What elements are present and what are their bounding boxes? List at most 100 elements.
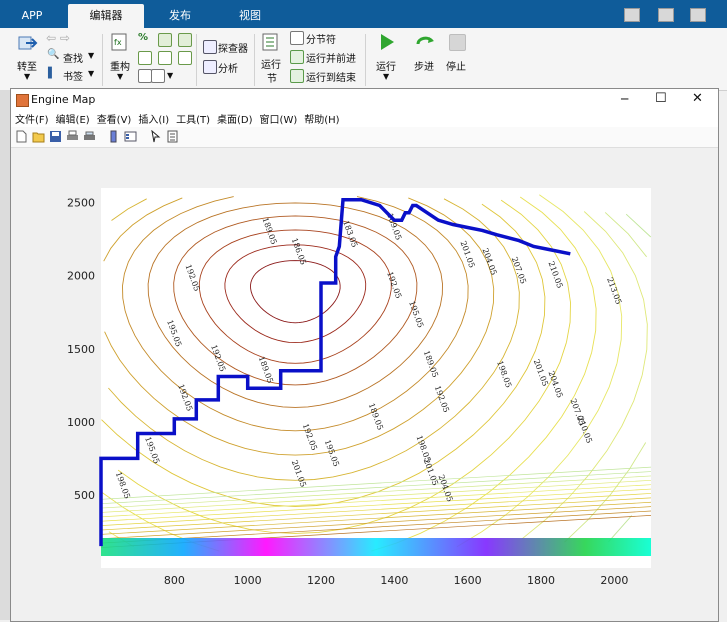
- refactor-button[interactable]: 重构: [110, 58, 130, 73]
- tab-editor[interactable]: 编辑器: [68, 4, 144, 28]
- y-tick-label: 2500: [67, 197, 95, 210]
- code-options-dropdown-arrow[interactable]: ▼: [167, 71, 173, 80]
- run-section-button[interactable]: 运行: [261, 56, 281, 71]
- colorbar-icon[interactable]: [107, 130, 120, 143]
- print-preview-icon[interactable]: [83, 130, 96, 143]
- matlab-figure-icon: [16, 94, 29, 107]
- menu-desktop[interactable]: 桌面(D): [217, 111, 253, 126]
- x-tick-label: 1800: [527, 574, 555, 587]
- analyze-icon: [203, 60, 217, 74]
- x-tick-label: 2000: [600, 574, 628, 587]
- run-button[interactable]: 运行: [376, 58, 396, 73]
- run-to-end-button[interactable]: 运行到结束: [306, 69, 356, 84]
- indent-icon[interactable]: [158, 33, 172, 47]
- goto-icon: [18, 36, 38, 50]
- x-axis-ticks: 800 1000 1200 1400 1600 1800 2000: [164, 574, 628, 587]
- bookmark-dropdown-arrow[interactable]: ▼: [88, 69, 94, 78]
- x-tick-label: 1000: [234, 574, 262, 587]
- window-button-1[interactable]: [624, 8, 640, 22]
- code-options-2-icon[interactable]: [151, 69, 165, 83]
- menu-help[interactable]: 帮助(H): [304, 111, 339, 126]
- figure-title-bar: Engine Map ─ ☐ ✕: [11, 89, 718, 111]
- pointer-icon[interactable]: [149, 130, 162, 143]
- toolstrip-divider: [254, 34, 255, 86]
- run-dropdown-arrow[interactable]: ▼: [383, 72, 389, 81]
- x-tick-label: 1600: [454, 574, 482, 587]
- increase-indent-icon[interactable]: [178, 51, 192, 65]
- tab-view[interactable]: 视图: [215, 4, 285, 28]
- menu-edit[interactable]: 编辑(E): [56, 111, 90, 126]
- run-section-button-line2[interactable]: 节: [267, 70, 277, 85]
- left-panel-strip: [0, 90, 10, 620]
- percent-comment-icon[interactable]: %: [138, 32, 148, 43]
- find-button[interactable]: 查找: [63, 50, 83, 65]
- wrap-icon[interactable]: [178, 33, 192, 47]
- run-icon: [381, 34, 394, 50]
- refactor-dropdown-arrow[interactable]: ▼: [117, 72, 123, 81]
- window-button-3[interactable]: [690, 8, 706, 22]
- new-figure-icon[interactable]: [15, 130, 28, 143]
- y-tick-label: 2000: [67, 270, 95, 283]
- search-icon: 🔍: [47, 49, 60, 60]
- toolstrip-divider: [102, 34, 103, 86]
- goto-button[interactable]: 转至: [17, 58, 37, 73]
- step-button[interactable]: 步进: [414, 58, 434, 73]
- minimize-button[interactable]: ─: [621, 92, 628, 106]
- back-forward-arrows[interactable]: ⇦ ⇨: [46, 31, 70, 45]
- find-dropdown-arrow[interactable]: ▼: [88, 51, 94, 60]
- menu-tools[interactable]: 工具(T): [176, 111, 210, 126]
- y-tick-label: 1500: [67, 343, 95, 356]
- window-button-2[interactable]: [658, 8, 674, 22]
- x-tick-label: 1200: [307, 574, 335, 587]
- close-button[interactable]: ✕: [692, 91, 703, 106]
- decrease-indent-icon[interactable]: [158, 51, 172, 65]
- bookmark-icon: ▌: [48, 68, 56, 79]
- save-icon[interactable]: [49, 130, 62, 143]
- figure-title: Engine Map: [31, 93, 96, 106]
- menu-view[interactable]: 查看(V): [97, 111, 132, 126]
- code-options-icon[interactable]: [138, 69, 152, 83]
- profiler-button[interactable]: 探查器: [218, 40, 248, 55]
- smart-indent-icon[interactable]: [138, 51, 152, 65]
- run-section-icon: [262, 33, 278, 51]
- toolstrip-tab-bar: APP 编辑器 发布 视图: [0, 0, 727, 28]
- maximize-button[interactable]: ☐: [655, 91, 667, 106]
- bookmark-button[interactable]: 书签: [63, 68, 83, 83]
- figure-toolbar: [11, 127, 718, 148]
- toolstrip-divider: [196, 34, 197, 86]
- low-speed-color-band: [101, 538, 651, 556]
- run-advance-icon: [290, 50, 304, 64]
- run-advance-button[interactable]: 运行并前进: [306, 50, 356, 65]
- refactor-icon: fx: [111, 33, 127, 51]
- x-tick-label: 800: [164, 574, 185, 587]
- y-tick-label: 1000: [67, 416, 95, 429]
- open-folder-icon[interactable]: [32, 130, 45, 143]
- y-tick-label: 500: [74, 489, 95, 502]
- profiler-icon: [203, 40, 217, 54]
- print-icon[interactable]: [66, 130, 79, 143]
- stop-icon: [449, 34, 466, 51]
- plot-area: 183.05 186.05 189.05 189.05 189.05 189.05 192.…: [11, 148, 718, 621]
- goto-dropdown-arrow[interactable]: ▼: [24, 72, 30, 81]
- step-icon: [416, 36, 434, 45]
- section-break-icon: [290, 31, 304, 45]
- legend-icon[interactable]: [124, 130, 137, 143]
- y-axis-ticks: 500 1000 1500 2000 2500: [67, 197, 95, 502]
- analyze-button[interactable]: 分析: [218, 60, 238, 75]
- engine-map-figure-window: Engine Map ─ ☐ ✕ 文件(F) 编辑(E) 查看(V) 插入(I) 工具(…: [10, 88, 719, 622]
- engine-map-chart: 183.05186.05189.05189.05 189.05189.05192.…: [67, 188, 652, 587]
- tab-app[interactable]: APP: [6, 4, 58, 28]
- x-tick-label: 1400: [380, 574, 408, 587]
- figure-menu-bar: 文件(F) 编辑(E) 查看(V) 插入(I) 工具(T) 桌面(D) 窗口(W) 帮助(H): [11, 111, 718, 127]
- section-break-button[interactable]: 分节符: [306, 31, 336, 46]
- menu-file[interactable]: 文件(F): [15, 111, 49, 126]
- run-to-end-icon: [290, 69, 304, 83]
- property-editor-icon[interactable]: [166, 130, 179, 143]
- menu-insert[interactable]: 插入(I): [138, 111, 169, 126]
- editor-toolstrip: 转至 ▼ ⇦ ⇨ 🔍 查找 ▼ ▌ 书签 ▼ fx 重构 ▼ % ▼ 探查器 分…: [0, 28, 727, 91]
- svg-text:fx: fx: [114, 38, 122, 47]
- stop-button[interactable]: 停止: [446, 58, 466, 73]
- tab-publish[interactable]: 发布: [150, 4, 210, 28]
- axes-background: [101, 188, 651, 568]
- menu-window[interactable]: 窗口(W): [260, 111, 298, 126]
